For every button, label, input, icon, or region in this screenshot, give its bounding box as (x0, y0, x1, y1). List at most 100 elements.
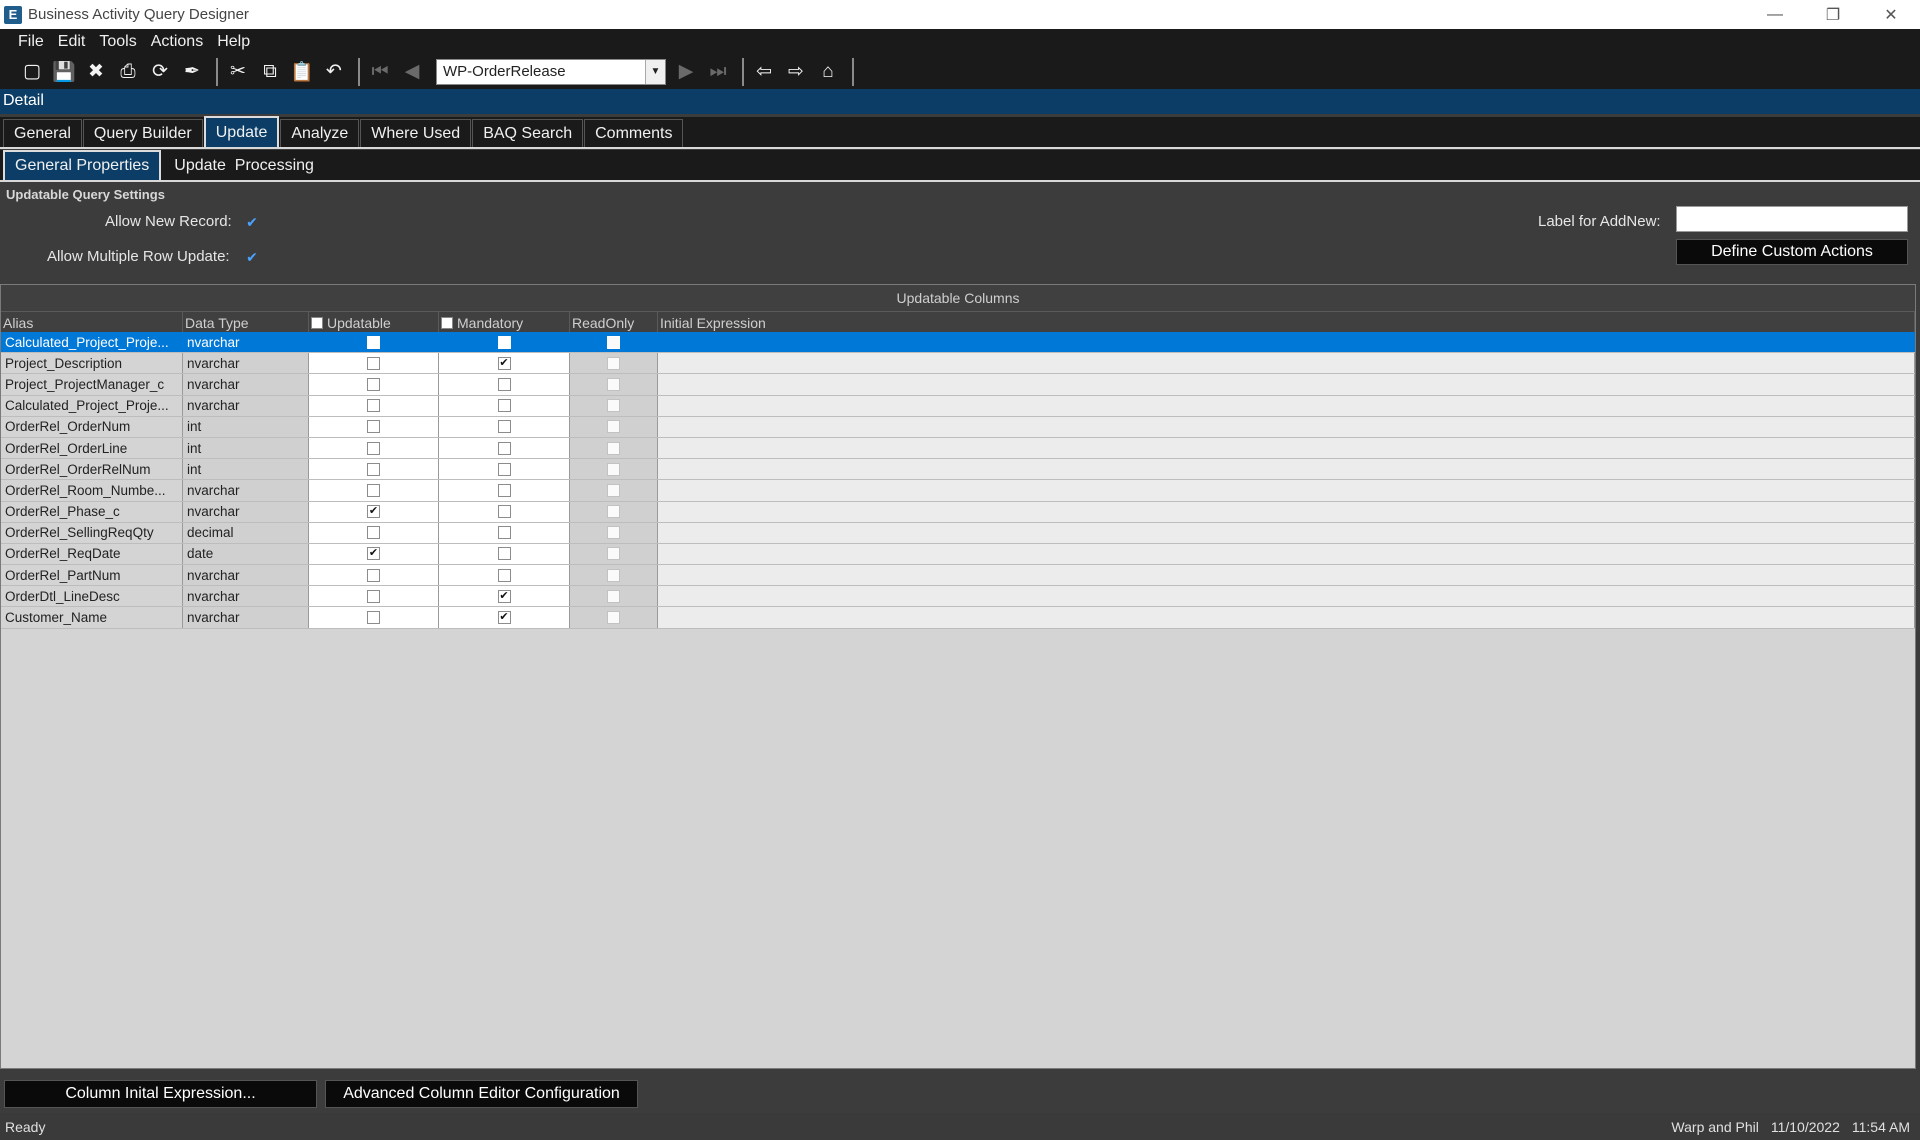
cell-updatable[interactable] (309, 586, 439, 607)
refresh-icon[interactable]: ⟳ (146, 58, 174, 86)
cell-alias[interactable]: OrderRel_ReqDate (1, 543, 183, 565)
tab-baq-search[interactable]: BAQ Search (472, 119, 584, 147)
header-alias[interactable]: Alias (1, 312, 183, 333)
table-row[interactable]: OrderRel_PartNum nvarchar (1, 565, 1915, 587)
cell-updatable[interactable] (309, 353, 439, 374)
cell-data-type[interactable]: decimal (183, 522, 309, 543)
save-icon[interactable]: 💾 (50, 58, 78, 86)
cell-initial-expression[interactable] (658, 501, 1915, 522)
mandatory-checkbox[interactable] (497, 526, 511, 540)
cell-mandatory[interactable] (439, 395, 570, 416)
updatable-checkbox[interactable] (367, 377, 380, 391)
mandatory-checkbox[interactable]: ✔ (497, 589, 511, 603)
cell-data-type[interactable]: nvarchar (183, 480, 309, 501)
cell-alias[interactable]: Project_ProjectManager_c (1, 374, 183, 395)
allow-new-record-checkbox[interactable]: ✔ (244, 214, 260, 230)
allow-multiple-row-checkbox[interactable]: ✔ (244, 249, 260, 265)
print-icon[interactable]: ⎙ (114, 58, 142, 86)
table-row[interactable]: OrderRel_SellingReqQty decimal (1, 522, 1915, 544)
mandatory-checkbox[interactable] (497, 505, 511, 519)
cell-mandatory[interactable] (439, 332, 570, 353)
cell-updatable[interactable]: ✔ (309, 501, 439, 522)
table-row[interactable]: Calculated_Project_Proje... nvarchar (1, 395, 1915, 417)
mandatory-checkbox[interactable] (497, 441, 511, 455)
cell-updatable[interactable] (309, 459, 439, 480)
mandatory-checkbox[interactable] (497, 377, 511, 391)
first-record-icon[interactable]: ⏮ (366, 58, 394, 86)
tab-general-properties[interactable]: General Properties (3, 150, 162, 180)
mandatory-all-checkbox[interactable] (441, 316, 453, 329)
cut-icon[interactable]: ✂ (224, 58, 252, 86)
cell-updatable[interactable] (309, 395, 439, 416)
cell-data-type[interactable]: nvarchar (183, 332, 309, 353)
updatable-checkbox[interactable] (367, 462, 380, 476)
cell-alias[interactable]: OrderRel_OrderRelNum (1, 459, 183, 480)
cell-mandatory[interactable] (439, 565, 570, 586)
cell-mandatory[interactable] (439, 374, 570, 395)
mandatory-checkbox[interactable] (497, 335, 511, 349)
forward-icon[interactable]: ⇨ (782, 58, 810, 86)
table-row[interactable]: OrderRel_OrderRelNum int (1, 459, 1915, 481)
cell-data-type[interactable]: nvarchar (183, 501, 309, 522)
cell-alias[interactable]: Customer_Name (1, 607, 183, 628)
cell-updatable[interactable] (309, 565, 439, 586)
cell-mandatory[interactable]: ✔ (439, 607, 570, 628)
table-row[interactable]: OrderRel_Phase_c nvarchar ✔ (1, 501, 1915, 523)
tab-analyze[interactable]: Analyze (280, 119, 360, 147)
mandatory-checkbox[interactable]: ✔ (497, 356, 511, 370)
cell-data-type[interactable]: nvarchar (183, 565, 309, 586)
cell-alias[interactable]: OrderRel_OrderNum (1, 416, 183, 437)
tab-update-processing[interactable]: Update Processing (164, 152, 324, 180)
cell-alias[interactable]: OrderRel_Phase_c (1, 501, 183, 522)
updatable-all-checkbox[interactable] (311, 316, 323, 329)
cell-initial-expression[interactable] (658, 437, 1915, 459)
cell-alias[interactable]: Calculated_Project_Proje... (1, 395, 183, 416)
menu-actions[interactable]: Actions (151, 33, 203, 51)
last-record-icon[interactable]: ⏭ (704, 58, 732, 86)
cell-mandatory[interactable]: ✔ (439, 353, 570, 374)
header-initial-expression[interactable]: Initial Expression (658, 312, 1915, 333)
cell-alias[interactable]: OrderRel_SellingReqQty (1, 522, 183, 543)
cell-data-type[interactable]: int (183, 459, 309, 480)
cell-initial-expression[interactable] (658, 607, 1915, 628)
copy-icon[interactable]: ⧉ (256, 58, 284, 86)
cell-updatable[interactable]: ✔ (309, 543, 439, 565)
cell-mandatory[interactable] (439, 459, 570, 480)
cell-mandatory[interactable] (439, 501, 570, 522)
define-custom-actions-button[interactable]: Define Custom Actions (1676, 239, 1908, 265)
updatable-checkbox[interactable] (367, 568, 380, 582)
cell-readonly[interactable] (570, 374, 658, 395)
tab-query-builder[interactable]: Query Builder (82, 119, 203, 147)
updatable-checkbox[interactable] (367, 589, 380, 603)
table-row[interactable]: OrderRel_Room_Numbe... nvarchar (1, 480, 1915, 502)
cell-updatable[interactable] (309, 416, 439, 437)
cell-initial-expression[interactable] (658, 459, 1915, 480)
table-row[interactable]: OrderDtl_LineDesc nvarchar ✔ (1, 586, 1915, 608)
mandatory-checkbox[interactable] (497, 420, 511, 434)
new-icon[interactable]: ▢ (18, 58, 46, 86)
updatable-checkbox[interactable] (367, 483, 380, 497)
delete-icon[interactable]: ✖ (82, 58, 110, 86)
advanced-column-editor-button[interactable]: Advanced Column Editor Configuration (325, 1080, 638, 1108)
query-id-combo[interactable]: WP-OrderRelease ▼ (436, 58, 666, 85)
menu-help[interactable]: Help (217, 33, 250, 51)
header-mandatory[interactable]: Mandatory (439, 312, 570, 333)
cell-updatable[interactable] (309, 480, 439, 501)
cell-alias[interactable]: OrderRel_OrderLine (1, 437, 183, 459)
cell-initial-expression[interactable] (658, 543, 1915, 565)
table-row[interactable]: Project_Description nvarchar ✔ (1, 353, 1915, 375)
cell-alias[interactable]: Project_Description (1, 353, 183, 374)
cell-data-type[interactable]: nvarchar (183, 374, 309, 395)
menu-file[interactable]: File (18, 33, 44, 51)
home-icon[interactable]: ⌂ (814, 58, 842, 86)
minimize-icon[interactable]: — (1746, 0, 1804, 29)
cell-alias[interactable]: OrderRel_PartNum (1, 565, 183, 586)
cell-alias[interactable]: OrderRel_Room_Numbe... (1, 480, 183, 501)
cell-readonly[interactable] (570, 522, 658, 543)
cell-initial-expression[interactable] (658, 353, 1915, 374)
mandatory-checkbox[interactable] (497, 462, 511, 476)
cell-alias[interactable]: Calculated_Project_Proje... (1, 332, 183, 353)
table-row[interactable]: OrderRel_OrderLine int (1, 437, 1915, 460)
cell-data-type[interactable]: int (183, 416, 309, 437)
cell-readonly[interactable] (570, 480, 658, 501)
